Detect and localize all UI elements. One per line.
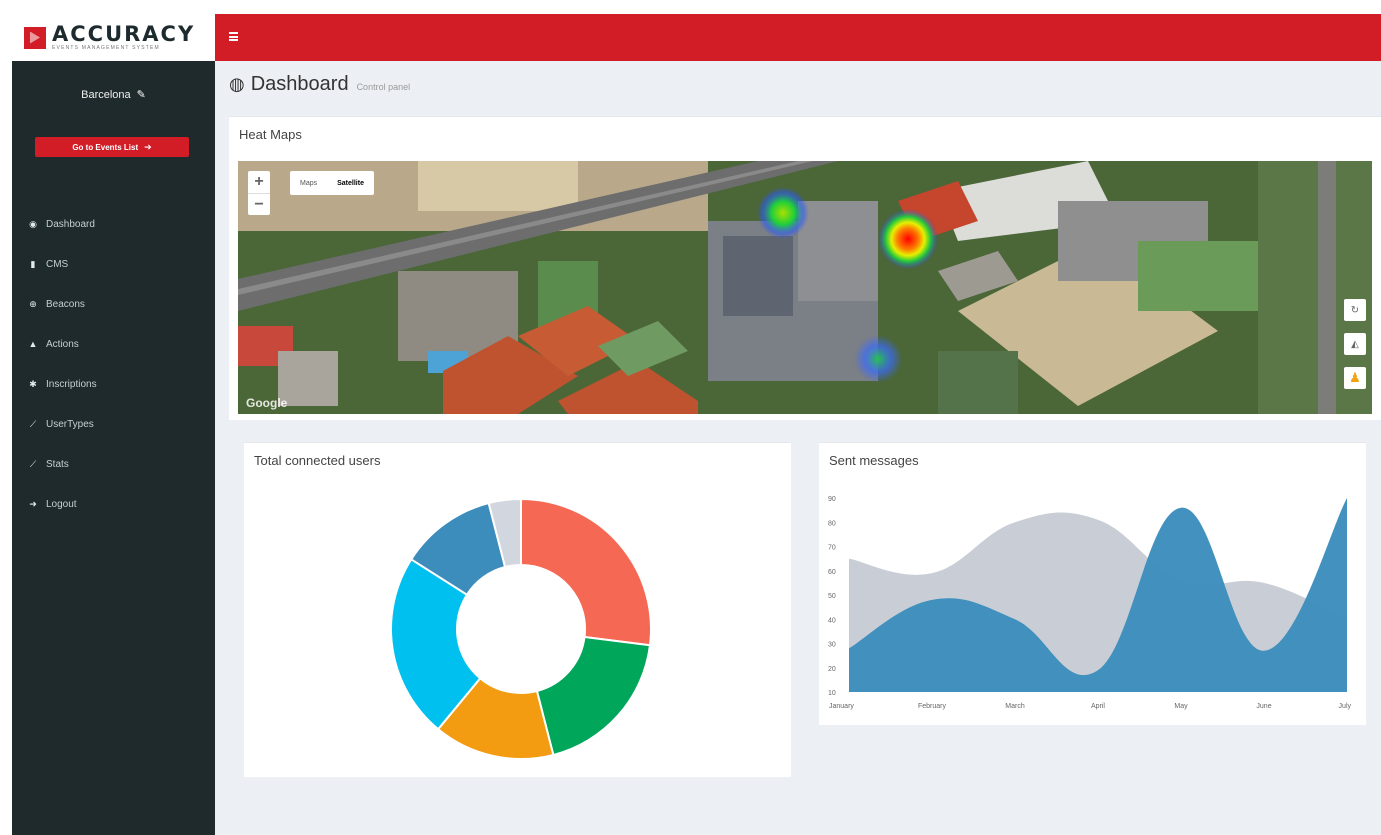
map-imagery	[238, 161, 1372, 414]
sidebar-item-label: CMS	[46, 258, 69, 270]
y-tick-label: 80	[828, 520, 836, 527]
map-type-toggle: Maps Satellite	[290, 171, 374, 195]
sidebar: Barcelona ✎ Go to Events List ➔ ◉ Dashboar…	[12, 61, 215, 835]
line-chart-icon: ⟋	[29, 418, 37, 429]
heatmap-panel: Heat Maps + − Maps Satellite ↻ ◭ ♟ Googl…	[229, 116, 1381, 420]
donut-slice-1[interactable]	[535, 635, 652, 757]
rotate-icon[interactable]: ↻	[1344, 299, 1366, 321]
zoom-out-button[interactable]: −	[248, 193, 270, 215]
sent-messages-panel: Sent messages 10 20 30 40 50 60 70 80 90 January F…	[819, 442, 1366, 725]
logout-icon: ➜	[29, 498, 37, 509]
street-view-pegman-icon[interactable]: ♟	[1344, 367, 1366, 389]
line-chart-icon: ⟋	[29, 458, 37, 469]
logo-tagline: EVENTS MANAGEMENT SYSTEM	[52, 45, 160, 51]
sidebar-item-label: Beacons	[46, 298, 85, 310]
connected-users-donut-chart	[390, 497, 652, 760]
page-header: ◍ Dashboard Control panel	[229, 73, 410, 96]
dashboard-icon: ◍	[229, 74, 245, 94]
brand-logo[interactable]: ACCURACY EVENTS MANAGEMENT SYSTEM	[12, 14, 215, 61]
x-tick-label: June	[1256, 703, 1271, 710]
file-icon: ▮	[30, 258, 36, 269]
map-type-maps[interactable]: Maps	[290, 180, 327, 187]
logo-title: ACCURACY	[52, 22, 196, 46]
map-zoom-controls: + −	[248, 171, 270, 215]
beacon-icon: ⊕	[29, 298, 37, 309]
top-navbar	[215, 14, 1381, 61]
bell-icon: ▲	[28, 339, 38, 349]
heatmap-title: Heat Maps	[239, 127, 302, 142]
y-tick-label: 90	[828, 496, 836, 503]
logo-text: ACCURACY EVENTS MANAGEMENT SYSTEM	[52, 23, 195, 52]
sidebar-item-beacons[interactable]: ⊕ Beacons	[12, 284, 215, 324]
menu-toggle-icon[interactable]	[229, 32, 238, 41]
users-icon: ✱	[29, 378, 37, 389]
y-tick-label: 60	[828, 569, 836, 576]
x-tick-label: July	[1339, 703, 1352, 710]
tilt-icon[interactable]: ◭	[1344, 333, 1366, 355]
edit-icon[interactable]: ✎	[137, 88, 146, 101]
sidebar-item-inscriptions[interactable]: ✱ Inscriptions	[12, 364, 215, 404]
city-selector[interactable]: Barcelona ✎	[12, 88, 215, 101]
page-title: Dashboard	[250, 73, 349, 95]
sidebar-item-usertypes[interactable]: ⟋ UserTypes	[12, 404, 215, 444]
sidebar-item-actions[interactable]: ▲ Actions	[12, 324, 215, 364]
y-tick-label: 70	[828, 545, 836, 552]
main-content: ◍ Dashboard Control panel Heat Maps + − …	[215, 61, 1381, 835]
connected-users-panel: Total connected users	[244, 442, 791, 777]
donut-slice-0[interactable]	[520, 497, 652, 647]
logo-mark-icon	[24, 26, 46, 49]
sidebar-item-label: Stats	[46, 458, 69, 470]
y-tick-label: 10	[828, 690, 836, 697]
sidebar-item-label: Actions	[46, 338, 79, 350]
city-name: Barcelona	[81, 89, 131, 101]
map-type-satellite[interactable]: Satellite	[327, 180, 374, 187]
y-tick-label: 20	[828, 666, 836, 673]
x-tick-label: April	[1091, 703, 1105, 710]
sidebar-item-label: UserTypes	[46, 418, 94, 430]
sidebar-item-label: Inscriptions	[46, 378, 97, 390]
x-tick-label: January	[829, 703, 854, 710]
sidebar-nav: ◉ Dashboard ▮ CMS ⊕ Beacons ▲ Actions ✱ Inscr…	[12, 204, 215, 524]
satellite-map[interactable]: + − Maps Satellite ↻ ◭ ♟ Google	[238, 161, 1372, 414]
sidebar-item-label: Dashboard	[46, 218, 95, 230]
page-subtitle: Control panel	[356, 82, 411, 92]
sidebar-item-stats[interactable]: ⟋ Stats	[12, 444, 215, 484]
sidebar-item-cms[interactable]: ▮ CMS	[12, 244, 215, 284]
zoom-in-button[interactable]: +	[248, 171, 270, 193]
y-tick-label: 40	[828, 617, 836, 624]
x-tick-label: May	[1174, 703, 1188, 710]
y-tick-label: 30	[828, 642, 836, 649]
x-tick-label: February	[918, 703, 947, 710]
map-attribution: Google	[246, 396, 288, 410]
y-tick-label: 50	[828, 593, 836, 600]
sidebar-item-label: Logout	[46, 498, 77, 510]
sent-messages-area-chart: 10 20 30 40 50 60 70 80 90 January February March Ap…	[828, 496, 1352, 710]
sign-in-arrow-icon: ➔	[144, 141, 152, 152]
dashboard-icon: ◉	[29, 218, 37, 229]
go-to-events-label: Go to Events List	[72, 142, 139, 152]
sidebar-item-logout[interactable]: ➜ Logout	[12, 484, 215, 524]
x-tick-label: March	[1005, 703, 1025, 710]
go-to-events-button[interactable]: Go to Events List ➔	[35, 137, 189, 157]
sidebar-item-dashboard[interactable]: ◉ Dashboard	[12, 204, 215, 244]
